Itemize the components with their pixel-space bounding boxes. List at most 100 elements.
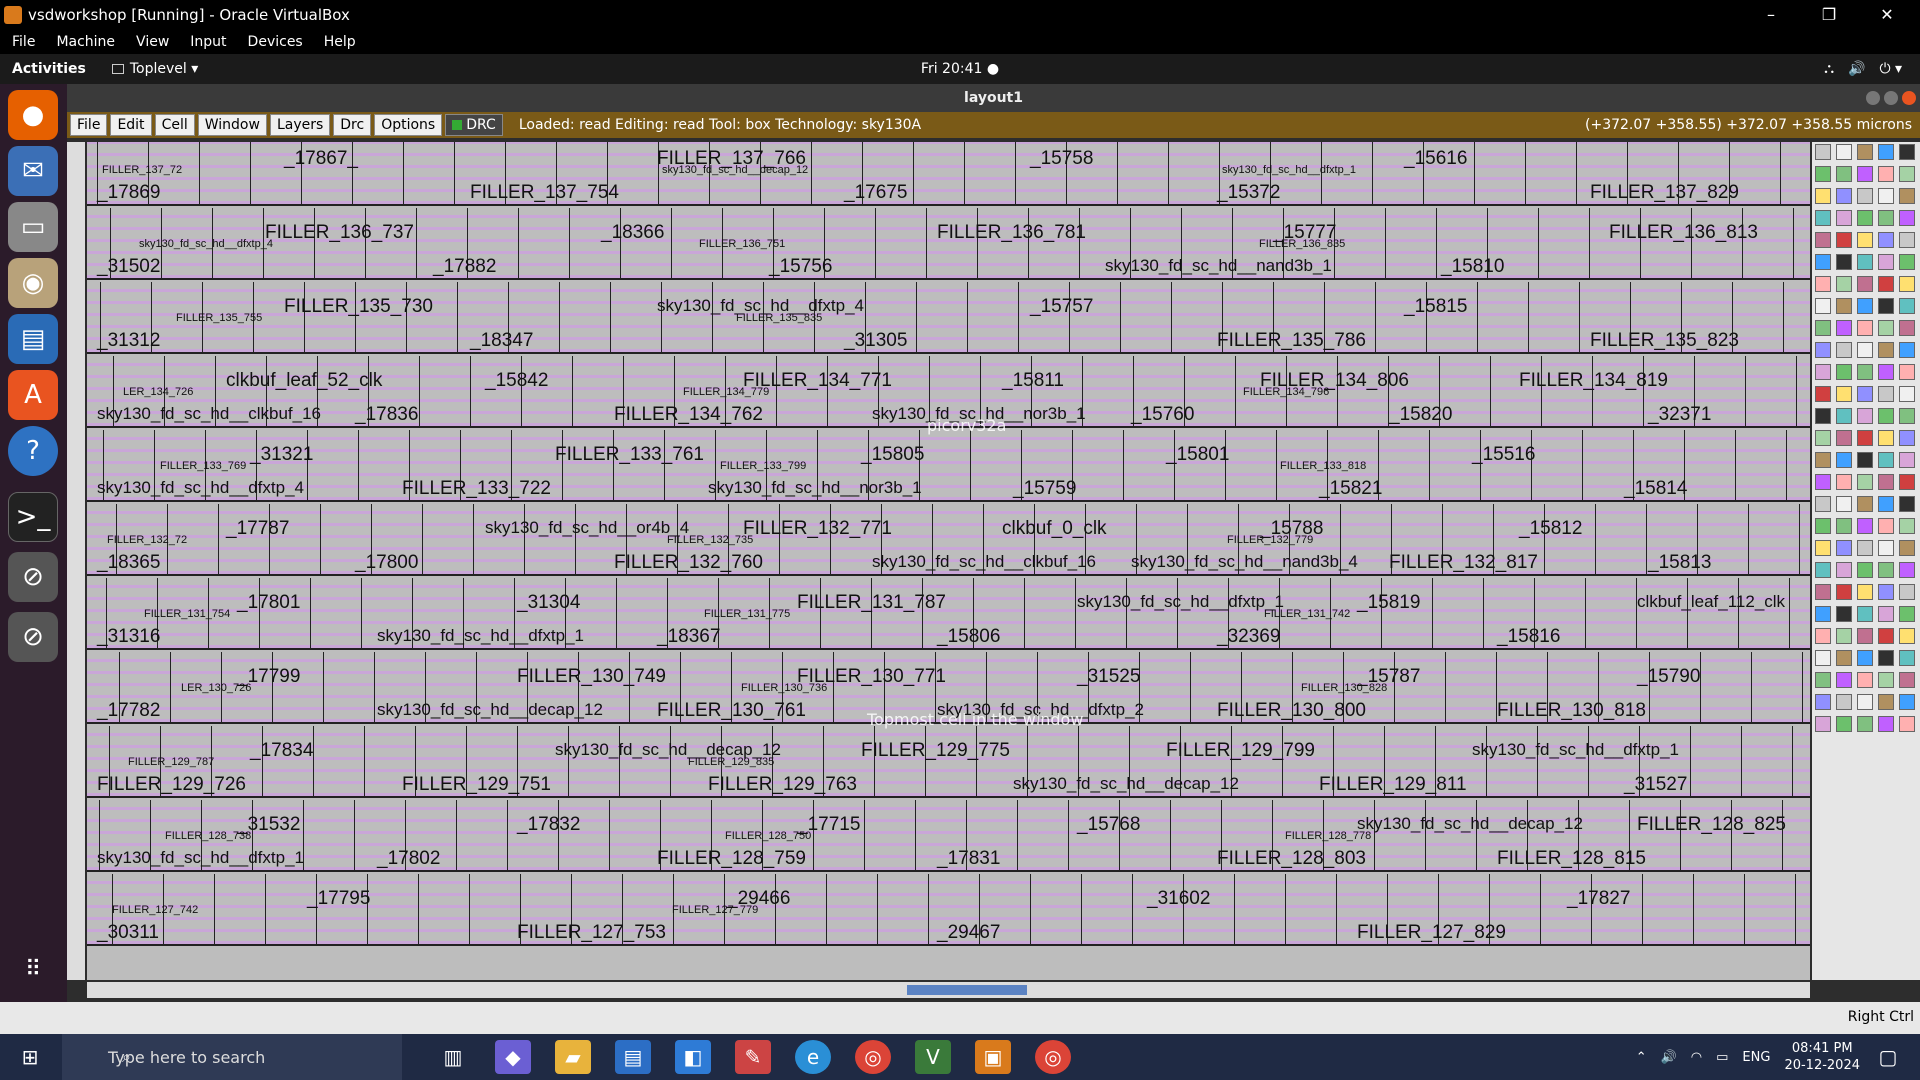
magic-menu-window[interactable]: Window xyxy=(197,114,267,136)
layer-swatch[interactable] xyxy=(1878,298,1894,314)
start-button[interactable]: ⊞ xyxy=(12,1040,48,1074)
layer-swatch[interactable] xyxy=(1878,452,1894,468)
layer-swatch[interactable] xyxy=(1836,606,1852,622)
layer-swatch[interactable] xyxy=(1899,452,1915,468)
layer-swatch[interactable] xyxy=(1899,210,1915,226)
layer-swatch[interactable] xyxy=(1836,408,1852,424)
magic-maximize-button[interactable] xyxy=(1884,91,1898,105)
layer-swatch[interactable] xyxy=(1878,144,1894,160)
layer-swatch[interactable] xyxy=(1899,474,1915,490)
magic-menu-options[interactable]: Options xyxy=(374,114,443,136)
layer-swatch[interactable] xyxy=(1815,386,1831,402)
layer-swatch[interactable] xyxy=(1878,672,1894,688)
layer-swatch[interactable] xyxy=(1815,672,1831,688)
layer-swatch[interactable] xyxy=(1878,606,1894,622)
clock[interactable]: Fri 20:41 ● xyxy=(0,61,1920,77)
layer-swatch[interactable] xyxy=(1836,298,1852,314)
layer-swatch[interactable] xyxy=(1815,716,1831,732)
magic-menu-drc[interactable]: Drc xyxy=(333,114,372,136)
layer-swatch[interactable] xyxy=(1878,584,1894,600)
show-applications-icon[interactable]: ⠿ xyxy=(8,944,58,994)
magic-menu-file[interactable]: File xyxy=(70,114,108,136)
layer-swatch[interactable] xyxy=(1899,716,1915,732)
layer-swatch[interactable] xyxy=(1857,276,1873,292)
layer-swatch[interactable] xyxy=(1857,562,1873,578)
network-icon[interactable]: ⛬ xyxy=(1824,61,1834,77)
layer-swatch[interactable] xyxy=(1836,562,1852,578)
layer-swatch[interactable] xyxy=(1857,144,1873,160)
layer-swatch[interactable] xyxy=(1899,628,1915,644)
layer-swatch[interactable] xyxy=(1836,628,1852,644)
volume-icon[interactable]: 🔊 xyxy=(1848,61,1865,77)
layer-swatch[interactable] xyxy=(1899,650,1915,666)
taskbar-clock[interactable]: 08:41 PM 20-12-2024 xyxy=(1784,1040,1860,1074)
magic-menu-layers[interactable]: Layers xyxy=(269,114,331,136)
layer-swatch[interactable] xyxy=(1899,320,1915,336)
layer-swatch[interactable] xyxy=(1857,254,1873,270)
layer-swatch[interactable] xyxy=(1878,254,1894,270)
layer-swatch[interactable] xyxy=(1836,694,1852,710)
help-icon[interactable]: ? xyxy=(8,426,58,476)
paint-icon[interactable]: ✎ xyxy=(735,1040,771,1074)
layer-swatch[interactable] xyxy=(1899,540,1915,556)
layer-swatch[interactable] xyxy=(1836,496,1852,512)
rhythmbox-icon[interactable]: ◉ xyxy=(8,258,58,308)
volume-tray-icon[interactable]: 🔊 xyxy=(1661,1050,1677,1065)
layer-swatch[interactable] xyxy=(1836,342,1852,358)
layer-swatch[interactable] xyxy=(1899,408,1915,424)
scroll-thumb[interactable] xyxy=(907,985,1027,995)
layer-swatch[interactable] xyxy=(1857,386,1873,402)
magic-menu-cell[interactable]: Cell xyxy=(154,114,195,136)
layer-swatch[interactable] xyxy=(1899,298,1915,314)
layer-swatch[interactable] xyxy=(1857,716,1873,732)
layer-swatch[interactable] xyxy=(1836,584,1852,600)
layer-swatch[interactable] xyxy=(1857,474,1873,490)
layer-swatch[interactable] xyxy=(1899,584,1915,600)
minimize-button[interactable]: – xyxy=(1742,0,1800,29)
power-icon[interactable]: ⏻ ▾ xyxy=(1879,61,1902,77)
close-button[interactable]: ✕ xyxy=(1858,0,1916,29)
layer-swatch[interactable] xyxy=(1878,188,1894,204)
layer-swatch[interactable] xyxy=(1815,606,1831,622)
layer-swatch[interactable] xyxy=(1815,650,1831,666)
layout-canvas[interactable]: FILLER_127_742 FILLER_127_779 _30311 _17795… xyxy=(87,142,1810,980)
layer-palette[interactable] xyxy=(1812,142,1920,980)
layer-swatch[interactable] xyxy=(1815,254,1831,270)
task-view-icon[interactable]: ▥ xyxy=(435,1040,471,1074)
magic-minimize-button[interactable] xyxy=(1866,91,1880,105)
layer-swatch[interactable] xyxy=(1878,628,1894,644)
menu-devices[interactable]: Devices xyxy=(248,34,303,50)
battery-icon[interactable]: ▭ xyxy=(1716,1050,1728,1065)
layer-swatch[interactable] xyxy=(1836,364,1852,380)
layer-swatch[interactable] xyxy=(1815,188,1831,204)
layer-swatch[interactable] xyxy=(1857,650,1873,666)
layer-swatch[interactable] xyxy=(1836,430,1852,446)
layer-swatch[interactable] xyxy=(1815,298,1831,314)
layer-swatch[interactable] xyxy=(1899,606,1915,622)
layer-swatch[interactable] xyxy=(1815,342,1831,358)
layer-swatch[interactable] xyxy=(1878,496,1894,512)
layer-swatch[interactable] xyxy=(1857,452,1873,468)
layer-swatch[interactable] xyxy=(1857,232,1873,248)
layer-swatch[interactable] xyxy=(1836,320,1852,336)
thunderbird-icon[interactable]: ✉ xyxy=(8,146,58,196)
layer-swatch[interactable] xyxy=(1857,210,1873,226)
layer-swatch[interactable] xyxy=(1857,606,1873,622)
layer-swatch[interactable] xyxy=(1836,672,1852,688)
layer-swatch[interactable] xyxy=(1899,430,1915,446)
layer-swatch[interactable] xyxy=(1878,518,1894,534)
layer-swatch[interactable] xyxy=(1815,144,1831,160)
layer-swatch[interactable] xyxy=(1878,276,1894,292)
layer-swatch[interactable] xyxy=(1899,562,1915,578)
layer-swatch[interactable] xyxy=(1836,254,1852,270)
menu-machine[interactable]: Machine xyxy=(56,34,115,50)
layer-swatch[interactable] xyxy=(1857,496,1873,512)
layer-swatch[interactable] xyxy=(1836,276,1852,292)
layer-swatch[interactable] xyxy=(1857,408,1873,424)
layer-swatch[interactable] xyxy=(1857,518,1873,534)
layer-swatch[interactable] xyxy=(1815,584,1831,600)
firefox-icon[interactable]: ● xyxy=(8,90,58,140)
layer-swatch[interactable] xyxy=(1878,716,1894,732)
layer-swatch[interactable] xyxy=(1836,452,1852,468)
virtualbox-task-icon[interactable]: ▣ xyxy=(975,1040,1011,1074)
